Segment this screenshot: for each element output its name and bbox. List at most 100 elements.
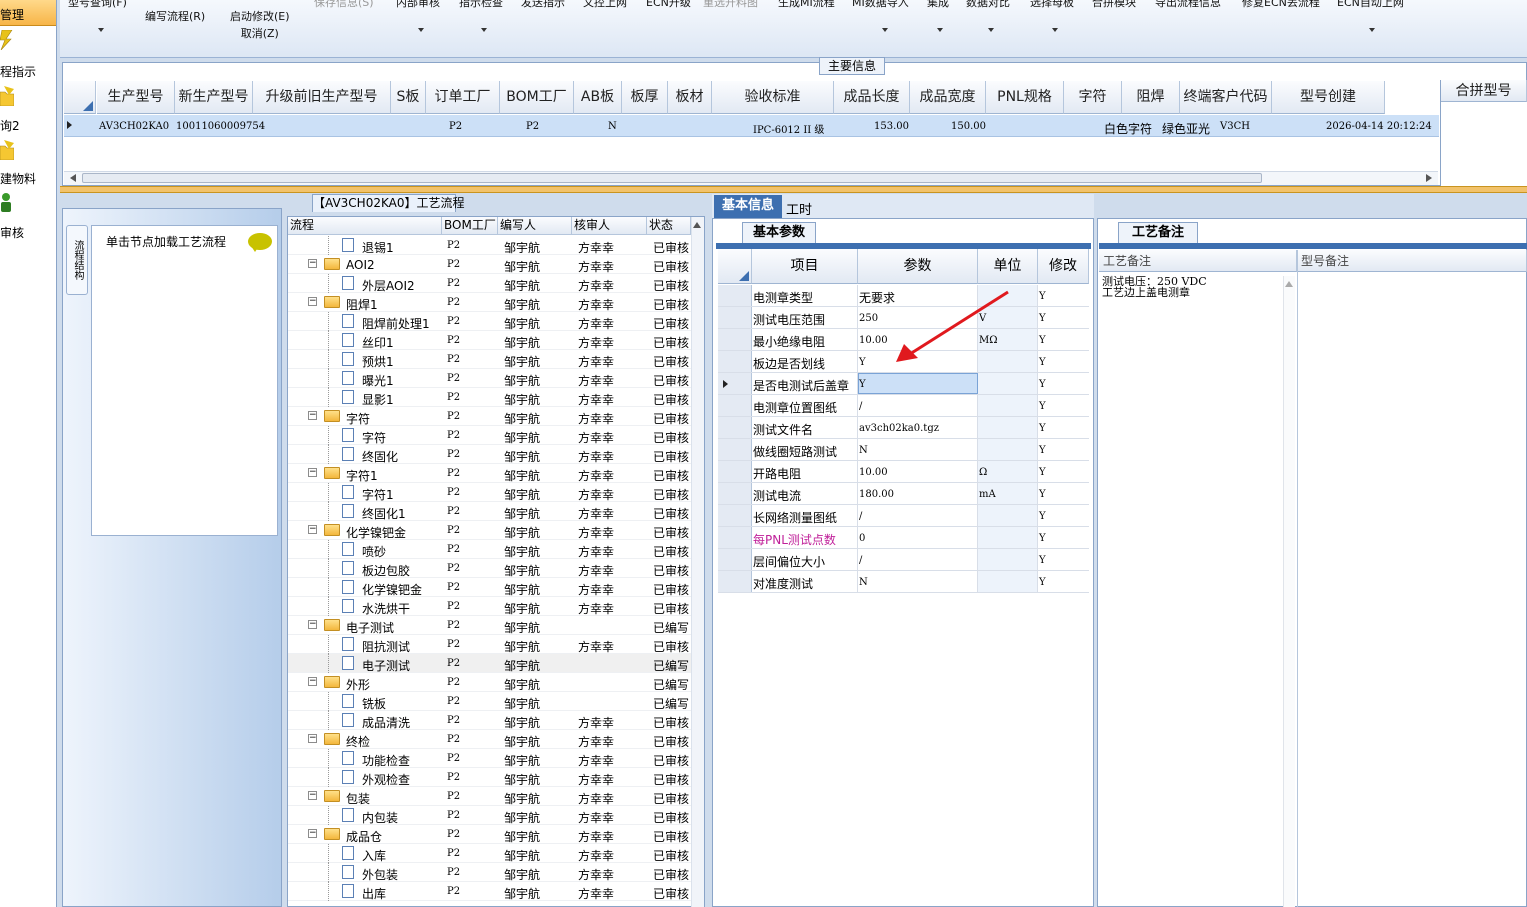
param-row[interactable]: 对准度测试 N Y xyxy=(718,571,1089,593)
tree-row[interactable]: 显影1 P2 邹宇航 方幸幸 已审核 xyxy=(288,388,691,407)
tree-row[interactable]: 阻焊前处理1 P2 邹宇航 方幸幸 已审核 xyxy=(288,312,691,331)
tree-row[interactable]: − 终检 P2 邹宇航 方幸幸 已审核 xyxy=(288,730,691,749)
collapse-icon[interactable]: − xyxy=(308,411,317,420)
param-row[interactable]: 长网络测量图纸 / Y xyxy=(718,505,1089,527)
tab-basic-info[interactable]: 基本信息 xyxy=(714,195,782,218)
cell-ab-board[interactable]: N xyxy=(608,121,617,132)
scroll-up-icon[interactable] xyxy=(1285,281,1293,287)
select-master-button[interactable]: 选择母板 xyxy=(1030,0,1074,50)
data-compare-button[interactable]: 数据对比 xyxy=(966,0,1010,50)
tree-row[interactable]: 字符 P2 邹宇航 方幸幸 已审核 xyxy=(288,426,691,445)
tree-col-status[interactable]: 状态 xyxy=(647,217,691,235)
export-flow-button[interactable]: 导出流程信息 xyxy=(1155,0,1221,50)
internal-review-button[interactable]: 内部审核 xyxy=(396,0,440,50)
main-col-header[interactable]: 板厚 xyxy=(622,81,668,114)
merge-module-button[interactable]: 合拼模块 xyxy=(1092,0,1136,50)
publish-guide-button[interactable]: 发送指示 xyxy=(521,0,565,50)
main-col-header[interactable]: 新生产型号 xyxy=(175,81,253,114)
cell-order-factory[interactable]: P2 xyxy=(449,121,462,132)
param-col-unit[interactable]: 单位 xyxy=(978,249,1038,284)
cell-bom-factory[interactable]: P2 xyxy=(526,121,539,132)
rail-item-query2[interactable]: 询2 xyxy=(0,86,56,136)
param-row[interactable]: 是否电测试后盖章 Y Y xyxy=(718,373,1089,395)
main-col-header[interactable]: 型号创建 xyxy=(1272,81,1385,114)
col-model-remark[interactable]: 型号备注 xyxy=(1297,250,1527,272)
param-row[interactable]: 开路电阻 10.00 Ω Y xyxy=(718,461,1089,483)
process-remark-text[interactable]: 测试电压：250 VDC 工艺边上盖电测章 xyxy=(1102,276,1294,298)
param-row[interactable]: 做线圈短路测试 N Y xyxy=(718,439,1089,461)
tree-row[interactable]: 外观检查 P2 邹宇航 方幸幸 已审核 xyxy=(288,768,691,787)
param-col-item[interactable]: 项目 xyxy=(752,249,858,284)
tree-row[interactable]: 铣板 P2 邹宇航 已编写 xyxy=(288,692,691,711)
param-value-cell[interactable] xyxy=(858,571,978,592)
tree-row[interactable]: 入库 P2 邹宇航 方幸幸 已审核 xyxy=(288,844,691,863)
mi-import-button[interactable]: MI数据导入 xyxy=(852,0,909,50)
tree-col-flow[interactable]: 流程 xyxy=(288,217,442,235)
tree-row[interactable]: 丝印1 P2 邹宇航 方幸幸 已审核 xyxy=(288,331,691,350)
cultural-upload-button[interactable]: 文控上网 xyxy=(583,0,627,50)
tree-row[interactable]: 退锡1 P2 邹宇航 方幸幸 已审核 xyxy=(288,236,691,255)
param-col-param[interactable]: 参数 xyxy=(858,249,978,284)
tree-row[interactable]: 字符1 P2 邹宇航 方幸幸 已审核 xyxy=(288,483,691,502)
tree-row[interactable]: − 阻焊1 P2 邹宇航 方幸幸 已审核 xyxy=(288,293,691,312)
tree-row[interactable]: 内包装 P2 邹宇航 方幸幸 已审核 xyxy=(288,806,691,825)
main-col-header[interactable]: S板 xyxy=(391,81,426,114)
rail-item-review[interactable]: 审核 xyxy=(0,192,56,242)
tree-row[interactable]: − 化学镍钯金 P2 邹宇航 方幸幸 已审核 xyxy=(288,521,691,540)
process-tab[interactable]: 【AV3CH02KA0】工艺流程 xyxy=(312,194,464,212)
panel-splitter[interactable] xyxy=(60,186,1527,193)
scroll-right-icon[interactable] xyxy=(1426,174,1432,182)
tree-row[interactable]: 阻抗测试 P2 邹宇航 方幸幸 已审核 xyxy=(288,635,691,654)
main-col-header[interactable]: 生产型号 xyxy=(97,81,175,114)
collapse-icon[interactable]: − xyxy=(308,677,317,686)
tab-work-hours[interactable]: 工时 xyxy=(786,199,812,218)
tree-row[interactable]: − 字符 P2 邹宇航 方幸幸 已审核 xyxy=(288,407,691,426)
tree-vertical-scrollbar[interactable] xyxy=(691,217,704,907)
main-col-header[interactable]: BOM工厂 xyxy=(500,81,574,114)
collapse-icon[interactable]: − xyxy=(308,297,317,306)
tree-row[interactable]: 外层AOI2 P2 邹宇航 方幸幸 已审核 xyxy=(288,274,691,293)
param-value-cell[interactable] xyxy=(858,373,978,394)
tree-row[interactable]: 终固化1 P2 邹宇航 方幸幸 已审核 xyxy=(288,502,691,521)
cell-created[interactable]: 2026-04-14 20:12:24 xyxy=(1326,121,1432,132)
start-modify-button[interactable]: 启动修改(E) 取消(Z) xyxy=(230,8,290,64)
tree-row[interactable]: 电子测试 P2 邹宇航 已编写 xyxy=(288,654,691,673)
tree-row[interactable]: 终固化 P2 邹宇航 方幸幸 已审核 xyxy=(288,445,691,464)
rail-item-guide[interactable]: 程指示 xyxy=(0,30,56,80)
collapse-icon[interactable]: − xyxy=(308,259,317,268)
cell-prod-no[interactable]: AV3CH02KA0 xyxy=(99,121,169,132)
param-row[interactable]: 层间偏位大小 / Y xyxy=(718,549,1089,571)
main-col-header[interactable]: AB板 xyxy=(574,81,622,114)
tree-row[interactable]: − 包装 P2 邹宇航 方幸幸 已审核 xyxy=(288,787,691,806)
param-value-cell[interactable] xyxy=(858,527,978,548)
tree-row[interactable]: 水洗烘干 P2 邹宇航 方幸幸 已审核 xyxy=(288,597,691,616)
collapse-icon[interactable]: − xyxy=(308,525,317,534)
tree-row[interactable]: − 电子测试 P2 邹宇航 已编写 xyxy=(288,616,691,635)
rail-item-material[interactable]: 建物料 xyxy=(0,140,56,190)
param-col-modify[interactable]: 修改 xyxy=(1038,249,1089,284)
cell-standard[interactable]: IPC-6012 II 级 xyxy=(753,121,824,136)
main-col-header[interactable]: 验收标准 xyxy=(712,81,834,114)
cancel-label[interactable]: 取消(Z) xyxy=(241,27,279,40)
cell-length[interactable]: 153.00 xyxy=(874,121,909,132)
main-col-header[interactable]: 阻焊 xyxy=(1122,81,1180,114)
param-value-cell[interactable] xyxy=(858,395,978,416)
scroll-left-icon[interactable] xyxy=(70,174,76,182)
edit-flow-button[interactable]: 编写流程(R) xyxy=(145,8,205,64)
repair-ecn-button[interactable]: 修复ECN丢流程 xyxy=(1242,0,1320,50)
param-value-cell[interactable] xyxy=(858,549,978,570)
main-col-header[interactable]: 升级前旧生产型号 xyxy=(253,81,391,114)
tree-row[interactable]: − 外形 P2 邹宇航 已编写 xyxy=(288,673,691,692)
collapse-icon[interactable]: − xyxy=(308,620,317,629)
cell-width[interactable]: 150.00 xyxy=(951,121,986,132)
save-info-button[interactable]: 保存信息(S) xyxy=(314,0,374,50)
cell-customer-code[interactable]: V3CH xyxy=(1220,121,1250,132)
cell-char[interactable]: 白色字符 xyxy=(1104,120,1152,137)
tree-row[interactable]: 出库 P2 邹宇航 方幸幸 已审核 xyxy=(288,882,691,901)
tree-row[interactable]: − AOI2 P2 邹宇航 方幸幸 已审核 xyxy=(288,255,691,274)
main-col-header[interactable]: 字符 xyxy=(1064,81,1122,114)
param-row[interactable]: 每PNL测试点数 0 Y xyxy=(718,527,1089,549)
ecn-auto-button[interactable]: ECN自动上网 xyxy=(1337,0,1404,50)
model-query-button[interactable]: 型号查询(F) xyxy=(68,0,127,50)
tree-row[interactable]: 喷砂 P2 邹宇航 方幸幸 已审核 xyxy=(288,540,691,559)
